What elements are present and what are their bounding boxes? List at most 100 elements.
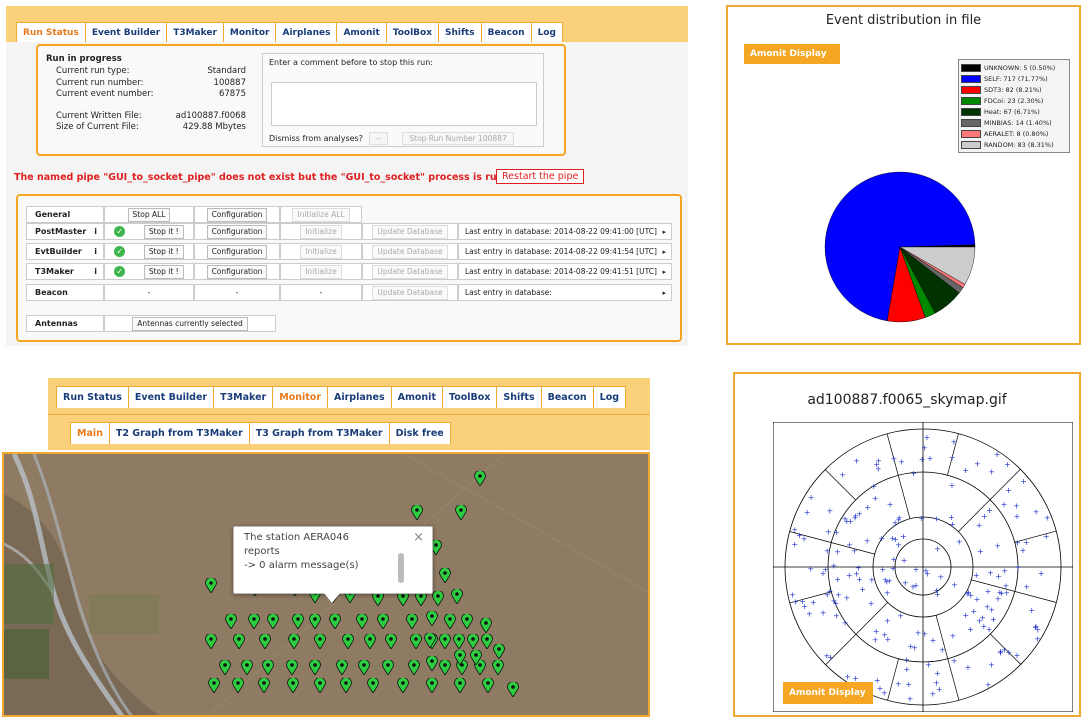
station-marker-icon[interactable] — [385, 634, 397, 649]
station-marker-icon[interactable] — [287, 678, 299, 693]
monitor-tab-0[interactable]: Run Status — [56, 386, 129, 408]
monitor-tab-4[interactable]: Airplanes — [327, 386, 392, 408]
station-marker-icon[interactable] — [424, 633, 436, 648]
station-marker-icon[interactable] — [410, 634, 422, 649]
main-tab-6[interactable]: ToolBox — [385, 22, 440, 42]
station-marker-icon[interactable] — [492, 660, 504, 675]
stop-it-button[interactable]: Stop it ! — [143, 224, 184, 239]
update-database-button[interactable]: Update Database — [372, 264, 448, 279]
station-marker-icon[interactable] — [292, 614, 304, 629]
amonit-display-button[interactable]: Amonit Display — [783, 682, 873, 704]
monitor-tab-8[interactable]: Beacon — [540, 386, 594, 408]
sub-tab-3[interactable]: Disk free — [388, 422, 451, 444]
stop-it-button[interactable]: Stop it ! — [143, 244, 184, 259]
update-database-button[interactable]: Update Database — [372, 244, 448, 259]
main-tab-4[interactable]: Airplanes — [275, 22, 338, 42]
station-marker-icon[interactable] — [426, 678, 438, 693]
main-tab-3[interactable]: Monitor — [222, 22, 277, 42]
station-marker-icon[interactable] — [377, 614, 389, 629]
main-tab-0[interactable]: Run Status — [16, 22, 86, 42]
info-icon[interactable]: i — [94, 227, 103, 236]
station-marker-icon[interactable] — [241, 660, 253, 675]
initialize-all-button[interactable]: Initialize ALL — [292, 207, 350, 222]
station-marker-icon[interactable] — [406, 614, 418, 629]
station-marker-icon[interactable] — [426, 611, 438, 626]
initialize-button[interactable]: Initialize — [300, 224, 342, 239]
monitor-tab-7[interactable]: Shifts — [496, 386, 542, 408]
sub-tab-0[interactable]: Main — [70, 422, 110, 444]
station-marker-icon[interactable] — [248, 614, 260, 629]
expand-arrow-icon[interactable]: ▸ — [662, 268, 671, 276]
station-marker-icon[interactable] — [329, 614, 341, 629]
station-marker-icon[interactable] — [205, 634, 217, 649]
station-marker-icon[interactable] — [309, 660, 321, 675]
station-marker-icon[interactable] — [364, 634, 376, 649]
info-icon[interactable]: i — [94, 247, 103, 256]
update-database-button[interactable]: Update Database — [372, 224, 448, 239]
close-icon[interactable]: × — [413, 531, 424, 545]
stop-all-button[interactable]: Stop ALL — [127, 207, 171, 222]
configuration-button[interactable]: Configuration — [206, 264, 268, 279]
station-marker-icon[interactable] — [432, 591, 444, 606]
configuration-button[interactable]: Configuration — [206, 244, 268, 259]
station-marker-icon[interactable] — [439, 568, 451, 583]
monitor-tab-3[interactable]: Monitor — [272, 386, 329, 408]
main-tab-1[interactable]: Event Builder — [84, 22, 168, 42]
station-marker-icon[interactable] — [493, 644, 505, 659]
expand-arrow-icon[interactable]: ▸ — [662, 228, 671, 236]
monitor-tab-2[interactable]: T3Maker — [213, 386, 274, 408]
initialize-button[interactable]: Initialize — [300, 264, 342, 279]
station-marker-icon[interactable] — [480, 618, 492, 633]
monitor-tab-9[interactable]: Log — [592, 386, 627, 408]
dismiss-select[interactable]: -- — [368, 132, 389, 145]
stop-run-button[interactable]: Stop Run Number 100887 — [402, 132, 514, 145]
station-marker-icon[interactable] — [314, 678, 326, 693]
station-marker-icon[interactable] — [259, 634, 271, 649]
station-marker-icon[interactable] — [367, 678, 379, 693]
station-marker-icon[interactable] — [225, 614, 237, 629]
station-marker-icon[interactable] — [482, 678, 494, 693]
station-marker-icon[interactable] — [309, 614, 321, 629]
station-marker-icon[interactable] — [454, 650, 466, 665]
station-marker-icon[interactable] — [474, 471, 486, 486]
station-marker-icon[interactable] — [461, 614, 473, 629]
main-tab-5[interactable]: Amonit — [336, 22, 387, 42]
station-marker-icon[interactable] — [481, 634, 493, 649]
sub-tab-2[interactable]: T3 Graph from T3Maker — [248, 422, 390, 444]
monitor-tab-1[interactable]: Event Builder — [127, 386, 215, 408]
station-marker-icon[interactable] — [208, 678, 220, 693]
station-marker-icon[interactable] — [314, 634, 326, 649]
station-marker-icon[interactable] — [358, 660, 370, 675]
station-marker-icon[interactable] — [397, 678, 409, 693]
update-database-button[interactable]: Update Database — [372, 285, 448, 300]
monitor-tab-6[interactable]: ToolBox — [441, 386, 498, 408]
monitor-tab-5[interactable]: Amonit — [390, 386, 443, 408]
station-marker-icon[interactable] — [286, 660, 298, 675]
configuration-button[interactable]: Configuration — [206, 224, 268, 239]
station-marker-icon[interactable] — [439, 660, 451, 675]
station-marker-icon[interactable] — [451, 589, 463, 604]
popup-scrollbar[interactable] — [398, 553, 404, 583]
station-marker-icon[interactable] — [426, 656, 438, 671]
station-marker-icon[interactable] — [470, 650, 482, 665]
station-marker-icon[interactable] — [342, 634, 354, 649]
station-marker-icon[interactable] — [411, 505, 423, 520]
expand-arrow-icon[interactable]: ▸ — [662, 289, 671, 297]
station-marker-icon[interactable] — [455, 505, 467, 520]
stop-it-button[interactable]: Stop it ! — [143, 264, 184, 279]
station-marker-icon[interactable] — [205, 578, 217, 593]
station-marker-icon[interactable] — [467, 634, 479, 649]
antennas-selected-button[interactable]: Antennas currently selected — [132, 316, 248, 331]
main-tab-7[interactable]: Shifts — [438, 22, 482, 42]
station-marker-icon[interactable] — [219, 660, 231, 675]
station-marker-icon[interactable] — [336, 660, 348, 675]
main-tab-2[interactable]: T3Maker — [166, 22, 224, 42]
main-tab-9[interactable]: Log — [530, 22, 563, 42]
main-tab-8[interactable]: Beacon — [480, 22, 532, 42]
station-marker-icon[interactable] — [454, 678, 466, 693]
station-marker-icon[interactable] — [233, 634, 245, 649]
station-marker-icon[interactable] — [444, 614, 456, 629]
station-marker-icon[interactable] — [340, 678, 352, 693]
station-marker-icon[interactable] — [232, 678, 244, 693]
configuration-button[interactable]: Configuration — [206, 207, 268, 222]
